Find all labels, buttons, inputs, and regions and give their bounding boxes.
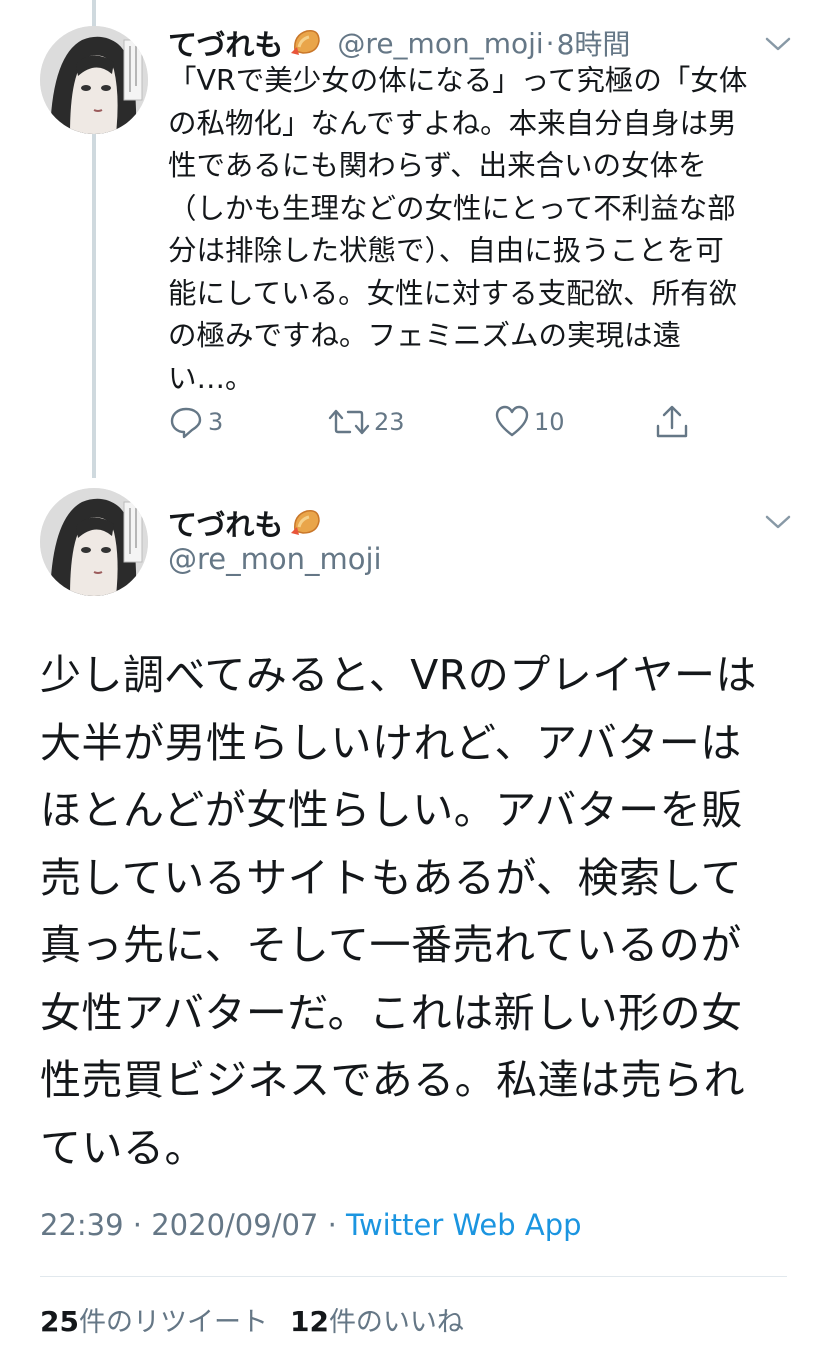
display-name[interactable]: てづれも xyxy=(168,22,283,64)
retweets-stat[interactable]: 25件のリツイート xyxy=(40,1305,268,1338)
tweet-text: 「VRで美少女の体になる」って究極の「女体 の私物化」なんですよね。本来自分自身… xyxy=(168,64,748,395)
heart-icon xyxy=(495,405,529,437)
display-name[interactable]: てづれも xyxy=(168,502,283,544)
tweet-text: 少し調べてみると、VRのプレイヤーは 大半が男性らしいけれど、アバターは ほとん… xyxy=(40,651,758,1172)
separator-dot: · xyxy=(327,1208,337,1242)
retweet-button[interactable]: 23 xyxy=(328,404,405,440)
divider xyxy=(40,1276,787,1277)
chevron-down-icon[interactable] xyxy=(764,34,792,54)
tweet-meta: 22:39 · 2020/09/07 · Twitter Web App xyxy=(40,1208,582,1242)
chevron-down-icon[interactable] xyxy=(764,512,792,532)
separator-dot: · xyxy=(132,1208,143,1242)
tweet-stats: 25件のリツイート 12件のいいね xyxy=(40,1300,464,1339)
like-count: 10 xyxy=(534,408,565,436)
avatar-image xyxy=(40,488,148,596)
tweet-time[interactable]: 8時間 xyxy=(557,23,631,63)
reply-tweet-header: てづれも @re_mon_moji · 8時間 xyxy=(168,22,630,64)
avatar[interactable] xyxy=(40,26,148,134)
retweet-count: 23 xyxy=(374,408,405,436)
likes-stat[interactable]: 12件のいいね xyxy=(289,1305,464,1338)
avatar-image xyxy=(40,26,148,134)
avatar[interactable] xyxy=(40,488,148,596)
tweet-date[interactable]: 2020/09/07 xyxy=(151,1208,318,1242)
retweets-count: 25 xyxy=(40,1305,79,1338)
share-button[interactable] xyxy=(654,404,694,440)
handle[interactable]: @re_mon_moji xyxy=(337,27,543,60)
likes-label: 件のいいね xyxy=(328,1307,464,1338)
retweet-icon xyxy=(328,409,370,435)
reply-button[interactable]: 3 xyxy=(168,404,223,440)
retweets-label: 件のリツイート xyxy=(78,1307,268,1338)
separator-dot: · xyxy=(545,26,555,60)
shrimp-tempura-icon xyxy=(289,505,323,541)
source-link[interactable]: Twitter Web App xyxy=(346,1208,582,1242)
main-tweet-header: てづれも xyxy=(168,502,323,544)
tweet-time[interactable]: 22:39 xyxy=(40,1208,124,1242)
likes-count: 12 xyxy=(289,1305,329,1338)
reply-icon xyxy=(170,407,202,439)
handle[interactable]: @re_mon_moji xyxy=(168,542,382,576)
reply-count: 3 xyxy=(208,408,224,436)
tweet-actions: 3 23 10 xyxy=(168,404,708,454)
share-icon xyxy=(656,405,688,438)
like-button[interactable]: 10 xyxy=(494,404,565,440)
shrimp-tempura-icon xyxy=(289,25,323,61)
